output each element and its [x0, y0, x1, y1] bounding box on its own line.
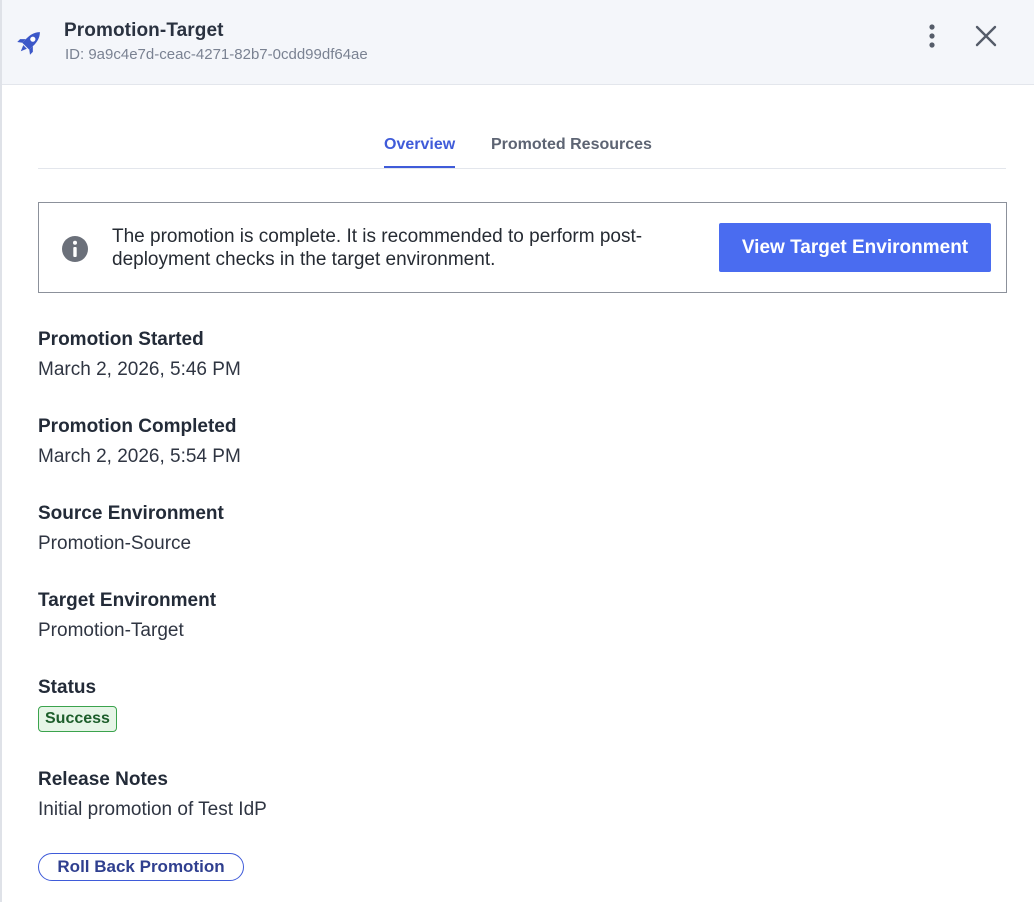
target-environment-label: Target Environment: [38, 590, 217, 611]
promotion-id: ID: 9a9c4e7d-ceac-4271-82b7-0cdd99df64ae: [65, 46, 368, 63]
release-notes-field: Release Notes Initial promotion of Test …: [38, 768, 267, 822]
tab-overview[interactable]: Overview: [384, 136, 456, 168]
status-field: Status Success: [38, 676, 117, 732]
release-notes-label: Release Notes: [38, 769, 168, 790]
kebab-menu-icon[interactable]: [920, 22, 944, 50]
tab-bar: Overview Promoted Resources: [38, 120, 1006, 169]
close-icon[interactable]: [972, 22, 1000, 50]
completion-notice: The promotion is complete. It is recomme…: [38, 202, 1007, 293]
panel-title: Promotion-Target: [64, 20, 224, 41]
release-notes-value: Initial promotion of Test IdP: [38, 799, 267, 820]
promotion-started-label: Promotion Started: [38, 329, 204, 350]
promotion-completed-field: Promotion Completed March 2, 2026, 5:54 …: [38, 415, 241, 469]
view-target-environment-button[interactable]: View Target Environment: [719, 223, 991, 272]
promotion-details-panel: Promotion-Target ID: 9a9c4e7d-ceac-4271-…: [0, 0, 1034, 902]
status-label: Status: [38, 677, 97, 698]
roll-back-promotion-button[interactable]: Roll Back Promotion: [38, 853, 244, 881]
notice-message: The promotion is complete. It is recomme…: [112, 226, 643, 270]
promotion-started-value: March 2, 2026, 5:46 PM: [38, 359, 241, 380]
promotion-completed-value: March 2, 2026, 5:54 PM: [38, 446, 241, 467]
promotion-completed-label: Promotion Completed: [38, 416, 237, 437]
panel-header: Promotion-Target ID: 9a9c4e7d-ceac-4271-…: [2, 0, 1034, 85]
tab-promoted-resources[interactable]: Promoted Resources: [491, 136, 652, 166]
target-environment-field: Target Environment Promotion-Target: [38, 589, 216, 643]
source-environment-value: Promotion-Source: [38, 533, 192, 554]
status-badge: Success: [38, 706, 117, 732]
source-environment-field: Source Environment Promotion-Source: [38, 502, 224, 556]
target-environment-value: Promotion-Target: [38, 620, 184, 641]
promotion-started-field: Promotion Started March 2, 2026, 5:46 PM: [38, 328, 241, 382]
rocket-icon: [17, 32, 40, 55]
source-environment-label: Source Environment: [38, 503, 224, 524]
info-icon: [62, 236, 88, 262]
